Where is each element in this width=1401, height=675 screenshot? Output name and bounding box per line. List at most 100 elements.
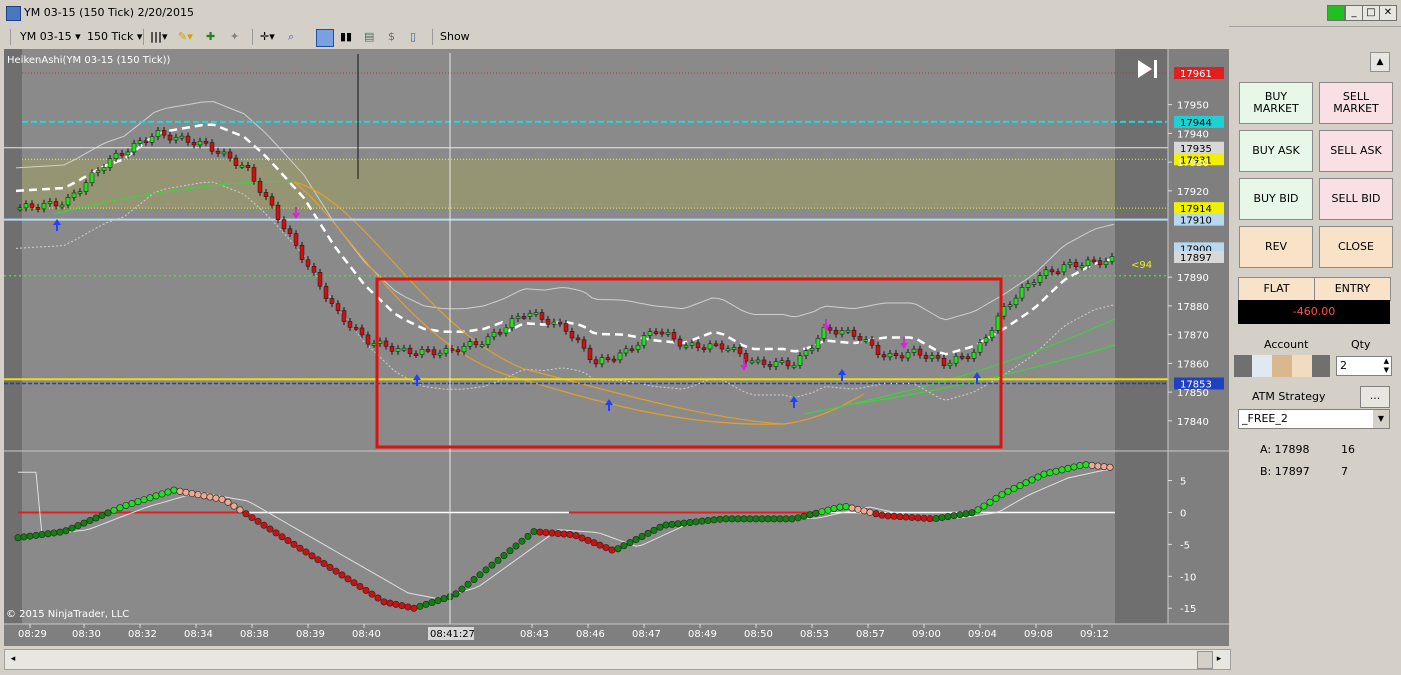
time-label: 08:34 (184, 629, 213, 640)
osc-dot (356, 583, 364, 591)
candle-body (953, 355, 959, 364)
scroll-left-icon[interactable]: ◂ (7, 652, 19, 666)
osc-dot (248, 514, 256, 522)
osc-dot (692, 518, 700, 526)
osc-dot (656, 523, 664, 531)
osc-dot (140, 496, 148, 504)
candle-body (77, 191, 83, 194)
osc-tick-label: -10 (1180, 572, 1196, 583)
sell-market-button[interactable]: SELL MARKET (1319, 82, 1393, 124)
osc-dot (506, 547, 514, 555)
candle-body (983, 337, 989, 343)
candle-body (575, 337, 581, 341)
osc-dot (332, 567, 340, 575)
candle-body (839, 330, 845, 335)
scroll-right-icon[interactable]: ▸ (1213, 652, 1225, 666)
osc-dot (890, 512, 898, 520)
candle-body (803, 350, 809, 356)
buy-market-button[interactable]: BUY MARKET (1239, 82, 1313, 124)
instrument-label: YM 03-15 (20, 30, 72, 43)
sell-ask-button[interactable]: SELL ASK (1319, 130, 1393, 172)
osc-dot (176, 487, 184, 495)
sell-bid-button[interactable]: SELL BID (1319, 178, 1393, 220)
candle-body (791, 365, 797, 368)
atm-strategy-select[interactable]: _FREE_2 ▼ (1238, 409, 1390, 429)
chevron-down-icon[interactable]: ▼ (1373, 410, 1389, 428)
osc-dot (1058, 466, 1066, 474)
reverse-button[interactable]: REV (1239, 226, 1313, 268)
osc-dot (26, 532, 34, 540)
candle-body (1013, 297, 1019, 305)
atm-options-button[interactable]: ... (1360, 386, 1390, 408)
properties-icon[interactable]: $ (388, 29, 395, 45)
osc-dot (1106, 463, 1114, 471)
qty-down-icon[interactable]: ▼ (1384, 366, 1389, 374)
horizontal-scrollbar[interactable]: ◂ ▸ (4, 649, 1231, 670)
close-position-button[interactable]: CLOSE (1319, 226, 1393, 268)
osc-dot (152, 492, 160, 500)
show-button[interactable]: Show (440, 29, 470, 45)
osc-dot (170, 486, 178, 494)
data-box-icon[interactable]: ▤ (364, 29, 374, 45)
add-indicator-icon[interactable]: ✚ (206, 29, 215, 45)
time-label: 08:50 (744, 629, 773, 640)
candle-body (299, 245, 305, 260)
price-tag-label: 17897 (1180, 253, 1212, 264)
candle-body (1025, 283, 1031, 288)
scroll-thumb[interactable] (1197, 651, 1213, 669)
candle-body (413, 353, 419, 356)
time-label: 08:46 (576, 629, 605, 640)
time-label: 08:53 (800, 629, 829, 640)
osc-dot (734, 515, 742, 523)
osc-dot (752, 515, 760, 523)
account-selector[interactable] (1234, 355, 1330, 377)
crosshair-icon[interactable]: ✛▾ (260, 29, 275, 45)
buy-bid-button[interactable]: BUY BID (1239, 178, 1313, 220)
bar-style-icon[interactable]: |||▾ (150, 29, 168, 45)
chart-area[interactable]: 17961 17944 17935 17931 17914 17910 17900 17897… (4, 49, 1229, 646)
osc-dot (278, 533, 286, 541)
collapse-panel-icon[interactable]: ▲ (1370, 52, 1390, 72)
osc-dot (92, 514, 100, 522)
candle-body (785, 360, 791, 367)
candle-body (761, 359, 767, 365)
osc-dot (998, 491, 1006, 499)
interval-selector[interactable]: 150 Tick ▾ (87, 29, 142, 45)
toolbar-separator (432, 29, 433, 45)
osc-dot (338, 571, 346, 579)
qty-up-icon[interactable]: ▲ (1384, 357, 1389, 365)
osc-dot (56, 528, 64, 536)
strategy-icon[interactable]: ✦ (230, 29, 239, 45)
candle-body (641, 335, 647, 346)
close-button[interactable]: ✕ (1379, 5, 1397, 21)
candle-body (23, 203, 29, 209)
osc-dot (770, 515, 778, 523)
candle-body (917, 348, 923, 356)
price-tick-label: 17920 (1177, 187, 1209, 198)
osc-dot (494, 556, 502, 564)
zoom-icon[interactable]: ⌕ (288, 29, 294, 45)
candle-body (623, 348, 629, 354)
candle-body (29, 203, 35, 208)
candles-icon[interactable]: ▮▮ (340, 29, 352, 45)
maximize-button[interactable]: □ (1362, 5, 1380, 21)
right-margin (1115, 49, 1168, 624)
minimize-button[interactable]: _ (1345, 5, 1363, 21)
chart-canvas[interactable]: 1796117944179351793117914179101790017897… (4, 49, 1229, 646)
osc-dot (134, 498, 142, 506)
candle-body (1031, 282, 1037, 285)
candle-body (239, 165, 245, 168)
osc-dot (206, 493, 214, 501)
drawing-tool-icon[interactable]: ✎▾ (178, 29, 193, 45)
templates-icon[interactable]: ▯ (410, 29, 416, 45)
candle-body (455, 349, 461, 353)
candle-body (269, 196, 275, 206)
buy-ask-button[interactable]: BUY ASK (1239, 130, 1313, 172)
osc-dot (608, 546, 616, 554)
candle-body (275, 204, 281, 220)
instrument-selector[interactable]: YM 03-15 ▾ (20, 29, 81, 45)
status-icon[interactable] (1327, 5, 1345, 21)
chart-trader-icon[interactable] (316, 29, 334, 47)
quantity-stepper[interactable]: 2 ▲ ▼ (1336, 356, 1392, 376)
candle-body (851, 329, 857, 337)
